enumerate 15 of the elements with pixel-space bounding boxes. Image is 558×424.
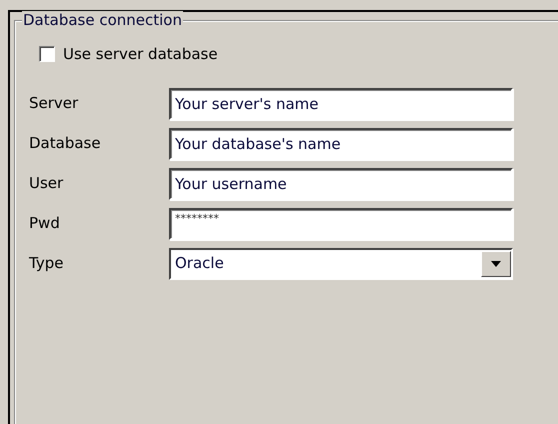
type-dropdown[interactable]: Oracle bbox=[169, 248, 513, 280]
field-label: User bbox=[29, 173, 64, 194]
checkbox[interactable] bbox=[39, 46, 55, 62]
caret-icon bbox=[491, 260, 501, 266]
field-label: Database bbox=[29, 133, 102, 154]
password-field[interactable]: ******** bbox=[169, 208, 513, 240]
checkbox-label[interactable]: Use server database bbox=[63, 43, 218, 66]
dropdown-value: Oracle bbox=[174, 253, 224, 274]
field-label: Server bbox=[29, 93, 80, 114]
dropdown-button[interactable] bbox=[481, 250, 511, 276]
field-label: Type bbox=[29, 253, 64, 274]
field-label: Pwd bbox=[29, 213, 61, 234]
input-field[interactable]: Your username bbox=[169, 168, 513, 200]
input-field[interactable]: Your server's name bbox=[169, 88, 513, 120]
input-field[interactable]: Your database's name bbox=[169, 128, 513, 160]
